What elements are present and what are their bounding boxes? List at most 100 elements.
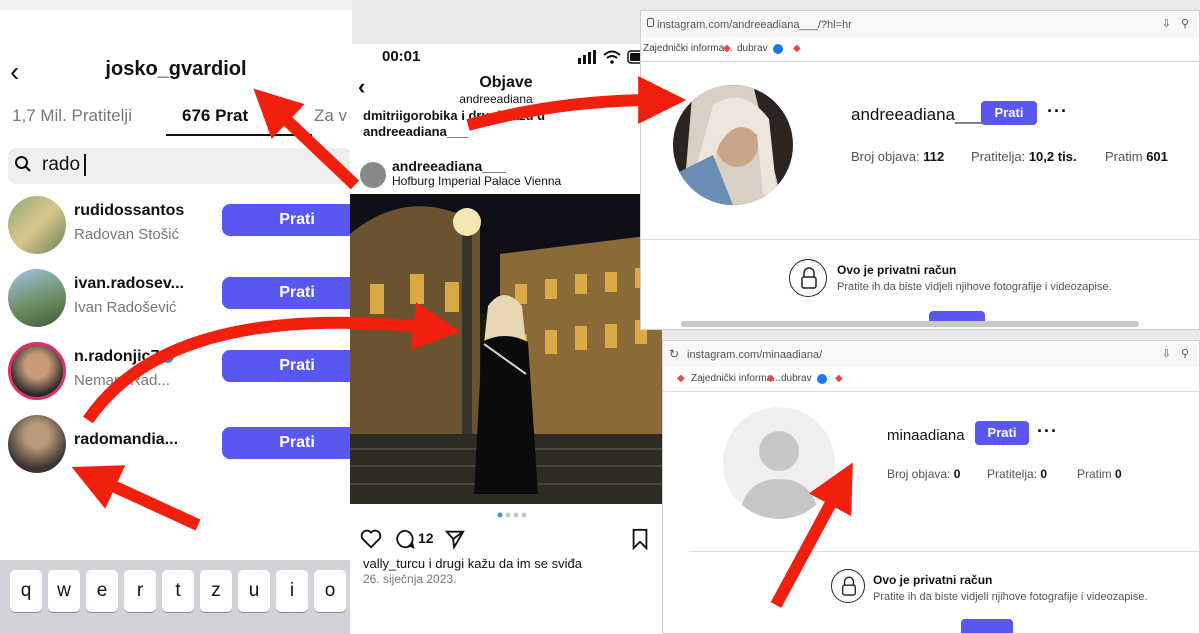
stat-posts: Broj objava: 0 (887, 467, 961, 481)
heart-icon[interactable] (360, 528, 382, 550)
status-time: 00:01 (382, 48, 421, 65)
zoom-icon[interactable]: ⚲ (1181, 347, 1189, 360)
bookmark-item[interactable]: dubrav (781, 373, 812, 384)
follow-button[interactable]: Prati (222, 350, 352, 382)
stat-following: Pratim 0 (1077, 467, 1122, 481)
avatar (8, 269, 66, 327)
key-u[interactable]: u (238, 570, 270, 612)
tab-following[interactable]: 676 Prat (182, 106, 248, 126)
verified-icon (161, 350, 175, 364)
bookmark-icon: ◆ (767, 373, 775, 384)
post-photo[interactable] (350, 194, 662, 504)
avatar[interactable] (360, 162, 386, 188)
private-subtitle: Pratite ih da biste vidjeli njihove foto… (873, 591, 1148, 603)
carousel-dots (497, 512, 527, 518)
divider (689, 551, 1199, 552)
search-icon (15, 156, 31, 172)
profile-username: josko_gvardiol (105, 58, 247, 80)
page-subtitle: andreeadiana___ (459, 92, 553, 106)
private-title: Ovo je privatni račun (837, 263, 957, 277)
avatar (673, 85, 793, 205)
divider (641, 61, 1199, 62)
profile-username: andreeadiana___ (851, 105, 984, 124)
more-options-icon[interactable]: ··· (1047, 101, 1068, 122)
key-r[interactable]: r (124, 570, 156, 612)
reload-icon[interactable]: ↻ (669, 347, 679, 361)
list-item-username: radomandia... (74, 431, 179, 448)
key-o[interactable]: o (314, 570, 346, 612)
tab-suggested[interactable]: Za v (314, 106, 347, 126)
stat-followers: Pratitelja: 0 (987, 467, 1048, 481)
bookmark-icon: ◆ (677, 373, 685, 384)
list-item[interactable]: radomandia... Prati (0, 411, 352, 477)
bookmark-item[interactable]: dubrav (737, 43, 768, 54)
bookmarks-bar: ◆ Zajednički informa... ◆ dubrav ◆ (663, 369, 1199, 389)
download-icon[interactable]: ⇩ (1162, 17, 1171, 30)
address-bar[interactable]: instagram.com/andreeadiana___/?hl=hr ⇩ ⚲ (641, 11, 1199, 37)
list-item[interactable]: n.radonjic7 Nemanj Rad... Prati (0, 338, 352, 404)
follow-button[interactable]: Prati (975, 421, 1029, 445)
share-icon[interactable] (444, 528, 466, 550)
follow-button[interactable]: Prati (981, 101, 1037, 125)
post-date: 26. siječnja 2023. (363, 572, 457, 586)
follow-button[interactable]: Prati (222, 427, 352, 459)
keyboard: q w e r t z u i o (0, 560, 352, 634)
followers-tabs: 1,7 Mil. Pratitelji 676 Prat Za v (0, 104, 352, 138)
post-location[interactable]: Hofburg Imperial Palace Vienna (392, 174, 561, 188)
list-item-username: ivan.radosev... (74, 275, 184, 292)
key-t[interactable]: t (162, 570, 194, 612)
follow-button-partial[interactable] (929, 311, 985, 321)
avatar (8, 196, 66, 254)
list-item[interactable]: rudidossantos Radovan Stošić Prati (0, 192, 352, 258)
private-title: Ovo je privatni račun (873, 573, 993, 587)
key-i[interactable]: i (276, 570, 308, 612)
search-query: rado (42, 154, 81, 175)
post-panel: 00:01 ‹ Objave andreeadiana___ dmitriigo… (350, 44, 662, 634)
private-subtitle: Pratite ih da biste vidjeli njihove foto… (837, 281, 1112, 293)
download-icon[interactable]: ⇩ (1162, 347, 1171, 360)
key-e[interactable]: e (86, 570, 118, 612)
comment-count: 12 (418, 530, 434, 546)
browser-window: ↻ instagram.com/minaadiana/ ⇩ ⚲ ◆ Zajedn… (662, 340, 1200, 634)
text-caret (84, 154, 86, 176)
list-item-fullname: Ivan Radošević (74, 299, 177, 316)
key-q[interactable]: q (10, 570, 42, 612)
divider (641, 239, 1199, 240)
browser-window: instagram.com/andreeadiana___/?hl=hr ⇩ ⚲… (640, 10, 1200, 330)
facebook-icon[interactable] (773, 44, 783, 54)
tab-followers[interactable]: 1,7 Mil. Pratitelji (12, 106, 132, 126)
list-item[interactable]: ivan.radosev... Ivan Radošević Prati (0, 265, 352, 331)
post-actions: 12 (360, 526, 660, 552)
lock-icon (831, 569, 865, 603)
post-username[interactable]: andreeadiana___ (392, 158, 506, 174)
search-input[interactable]: rado (8, 148, 352, 184)
post-photo-art (350, 194, 662, 504)
list-item-username: rudidossantos (74, 202, 185, 219)
profile-username: minaadiana (887, 427, 965, 444)
lock-icon (789, 259, 827, 297)
follow-button[interactable]: Prati (222, 204, 352, 236)
horizontal-scrollbar[interactable] (681, 321, 1139, 327)
url-text: instagram.com/andreeadiana___/?hl=hr (657, 19, 852, 31)
stat-followers: Pratitelja: 10,2 tis. (971, 149, 1077, 164)
address-bar[interactable]: ↻ instagram.com/minaadiana/ ⇩ ⚲ (663, 341, 1199, 367)
avatar-photo (673, 85, 793, 205)
caption-line: andreeadiana___ (363, 124, 469, 139)
avatar (8, 415, 66, 473)
stat-following: Pratim 601 (1105, 149, 1168, 164)
key-w[interactable]: w (48, 570, 80, 612)
follow-button-partial[interactable] (961, 619, 1013, 633)
comment-icon[interactable] (394, 528, 416, 550)
bookmark-icon: ◆ (723, 43, 731, 54)
lock-icon (647, 18, 654, 27)
zoom-icon[interactable]: ⚲ (1181, 17, 1189, 30)
likes-text: vally_turcu i drugi kažu da im se sviđa (363, 556, 582, 571)
bookmark-icon[interactable] (630, 528, 650, 550)
bookmark-item[interactable]: Zajednički informa... (643, 43, 732, 54)
list-item-fullname: Radovan Stošić (74, 226, 180, 243)
more-options-icon[interactable]: ··· (1037, 421, 1058, 442)
key-z[interactable]: z (200, 570, 232, 612)
facebook-icon[interactable] (817, 374, 827, 384)
follow-button[interactable]: Prati (222, 277, 352, 309)
default-avatar-icon (739, 431, 819, 519)
